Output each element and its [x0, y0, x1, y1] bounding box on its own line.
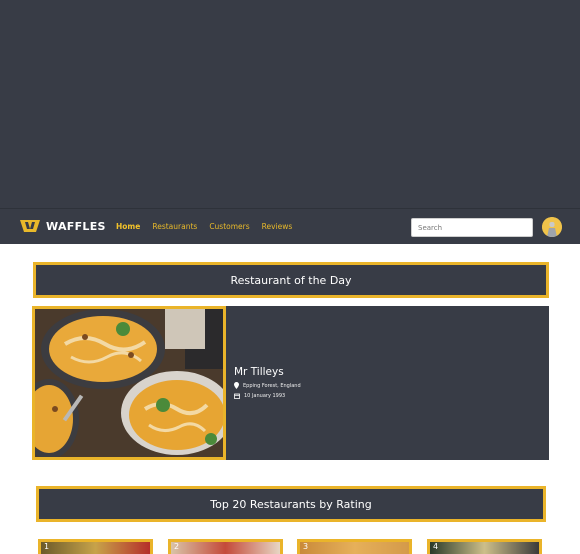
top-restaurants-heading: Top 20 Restaurants by Rating	[210, 497, 372, 511]
featured-restaurant-photo	[32, 306, 226, 460]
featured-restaurant-card[interactable]: Mr Tilleys Epping Forest, England 10 Jan…	[32, 306, 549, 460]
restaurant-rank: 3	[303, 542, 309, 551]
restaurant-thumbnail[interactable]: 2	[168, 539, 283, 554]
top-restaurants-list: 1 2 3 4	[0, 539, 580, 554]
restaurant-date-text: 10 January 1993	[244, 393, 286, 399]
nav-link-restaurants[interactable]: Restaurants	[152, 222, 197, 231]
calendar-icon	[234, 393, 240, 399]
restaurant-rank: 4	[433, 542, 439, 551]
restaurant-location: Epping Forest, England	[234, 382, 301, 389]
search-input[interactable]	[411, 218, 533, 237]
restaurant-rank: 1	[44, 542, 50, 551]
restaurant-rank: 2	[174, 542, 180, 551]
nav-link-home[interactable]: Home	[116, 222, 140, 231]
restaurant-date: 10 January 1993	[234, 393, 301, 399]
nav-links: Home Restaurants Customers Reviews	[116, 222, 292, 231]
top-restaurants-banner: Top 20 Restaurants by Rating	[36, 486, 546, 522]
user-avatar[interactable]	[542, 217, 562, 237]
restaurant-location-text: Epping Forest, England	[243, 382, 301, 389]
brand[interactable]: WAFFLES	[20, 219, 106, 233]
nav-link-reviews[interactable]: Reviews	[262, 222, 293, 231]
soup-bowls-image	[35, 309, 223, 457]
restaurant-of-the-day-heading: Restaurant of the Day	[230, 273, 352, 287]
restaurant-name[interactable]: Mr Tilleys	[234, 366, 301, 378]
restaurant-thumbnail[interactable]: 1	[38, 539, 153, 554]
featured-restaurant-info: Mr Tilleys Epping Forest, England 10 Jan…	[234, 366, 301, 399]
restaurant-thumbnail[interactable]: 3	[297, 539, 412, 554]
location-pin-icon	[234, 382, 239, 389]
restaurant-thumbnail[interactable]: 4	[427, 539, 542, 554]
waffle-logo-icon	[20, 220, 40, 232]
nav-link-customers[interactable]: Customers	[209, 222, 249, 231]
top-blank-area	[0, 0, 580, 208]
avatar-person-icon	[542, 217, 562, 237]
restaurant-of-the-day-banner: Restaurant of the Day	[33, 262, 549, 298]
brand-name: WAFFLES	[46, 219, 106, 233]
top-navbar: WAFFLES Home Restaurants Customers Revie…	[0, 208, 580, 244]
